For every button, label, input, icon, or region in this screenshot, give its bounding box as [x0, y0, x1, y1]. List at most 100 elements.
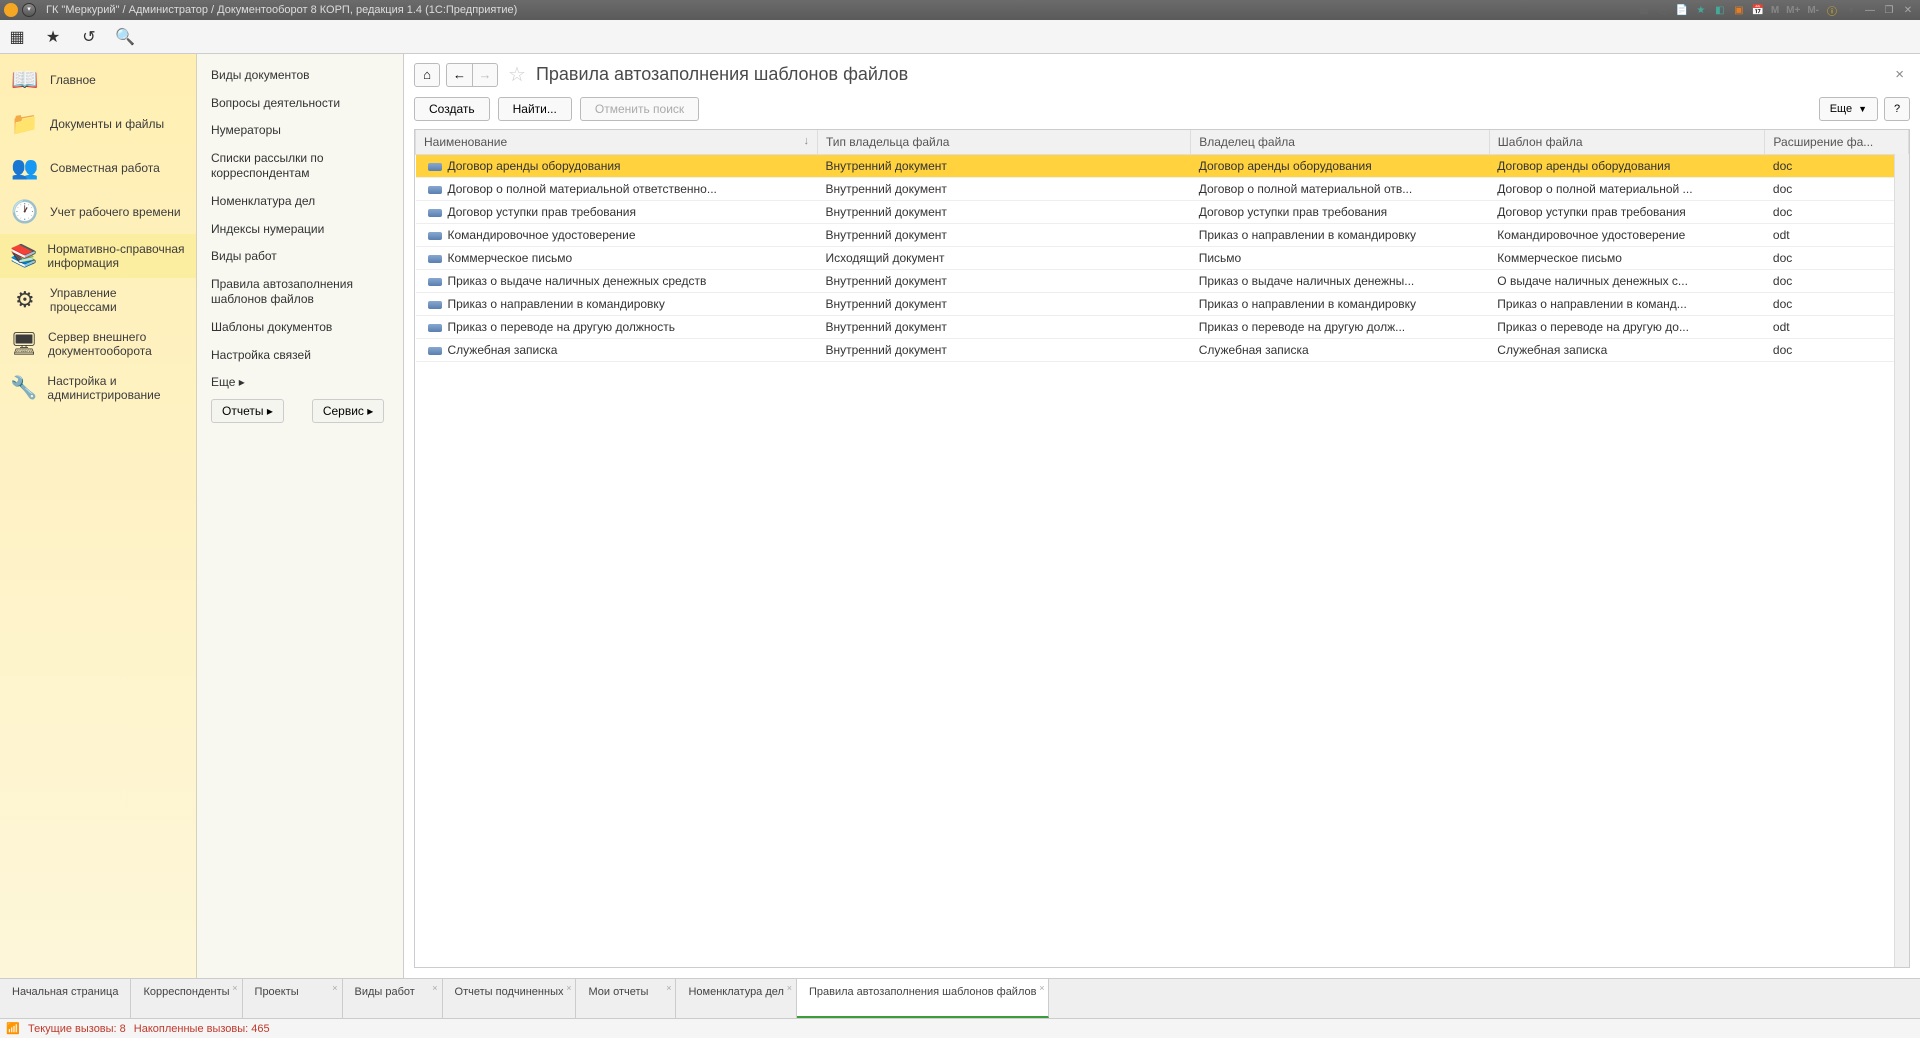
create-button[interactable]: Создать	[414, 97, 490, 121]
search-icon[interactable]: 🔍	[116, 28, 134, 46]
subsidebar-item-5[interactable]: Индексы нумерации	[197, 216, 403, 244]
window-tab-4[interactable]: Отчеты подчиненных×	[443, 979, 577, 1018]
tb-m-minus[interactable]: M-	[1805, 5, 1821, 16]
tb-ico-3[interactable]: 📄	[1674, 2, 1690, 18]
service-button[interactable]: Сервис ▸	[312, 399, 384, 423]
home-button[interactable]: ⌂	[414, 63, 440, 87]
help-button[interactable]: ?	[1884, 97, 1910, 121]
window-tab-0[interactable]: Начальная страница	[0, 979, 131, 1018]
toolbar: ▦ ★ ↺ 🔍	[0, 20, 1920, 54]
history-icon[interactable]: ↺	[80, 28, 98, 46]
table-cell: doc	[1765, 155, 1909, 178]
col-header-4[interactable]: Расширение фа...	[1765, 130, 1909, 155]
table-cell: odt	[1765, 224, 1909, 247]
sidebar-icon: 🔧	[10, 373, 37, 403]
cancel-search-button[interactable]: Отменить поиск	[580, 97, 699, 121]
dropdown-icon[interactable]: ▾	[1843, 2, 1859, 18]
col-header-3[interactable]: Шаблон файла	[1489, 130, 1765, 155]
close-button[interactable]: ✕	[1900, 2, 1916, 18]
table-row[interactable]: Приказ о выдаче наличных денежных средст…	[416, 270, 1909, 293]
tb-ico-4[interactable]: ★	[1693, 2, 1709, 18]
window-tabs: Начальная страницаКорреспонденты×Проекты…	[0, 978, 1920, 1018]
subsidebar-item-4[interactable]: Номенклатура дел	[197, 188, 403, 216]
table-row[interactable]: Командировочное удостоверениеВнутренний …	[416, 224, 1909, 247]
tb-m-plus[interactable]: M+	[1784, 5, 1802, 16]
chevron-down-icon: ▼	[1858, 104, 1867, 114]
table-row[interactable]: Приказ о направлении в командировкуВнутр…	[416, 293, 1909, 316]
window-tab-3[interactable]: Виды работ ×	[343, 979, 443, 1018]
table-scrollbar[interactable]	[1894, 154, 1909, 967]
info-icon[interactable]: ⓘ	[1824, 2, 1840, 18]
sidebar-label: Учет рабочего времени	[50, 205, 181, 219]
subsidebar-item-7[interactable]: Правила автозаполнения шаблонов файлов	[197, 271, 403, 314]
col-header-2[interactable]: Владелец файла	[1191, 130, 1490, 155]
col-header-1[interactable]: Тип владельца файла	[817, 130, 1190, 155]
table-row[interactable]: Договор аренды оборудованияВнутренний до…	[416, 155, 1909, 178]
tb-ico-7[interactable]: 📅	[1750, 2, 1766, 18]
tb-ico-2[interactable]: ⎘	[1655, 2, 1671, 18]
tab-close-icon[interactable]: ×	[1039, 983, 1044, 995]
table-cell: Внутренний документ	[817, 339, 1190, 362]
content-area: ⌂ ← → ☆ Правила автозаполнения шаблонов …	[404, 54, 1920, 978]
tb-ico-5[interactable]: ◧	[1712, 2, 1728, 18]
tab-close-icon[interactable]: ×	[787, 983, 792, 995]
tab-close-icon[interactable]: ×	[432, 983, 437, 995]
table-cell: Договор уступки прав требования	[1489, 201, 1765, 224]
table-cell: doc	[1765, 293, 1909, 316]
table-row[interactable]: Служебная запискаВнутренний документСлуж…	[416, 339, 1909, 362]
more-button[interactable]: Еще ▼	[1819, 97, 1878, 121]
table-cell: Договор аренды оборудования	[1489, 155, 1765, 178]
tab-close-icon[interactable]: ×	[332, 983, 337, 995]
sidebar-item-7[interactable]: 🔧Настройка и администрирование	[0, 366, 196, 410]
back-button[interactable]: ←	[446, 63, 472, 87]
tb-ico-1[interactable]: ▦	[1636, 2, 1652, 18]
table-row[interactable]: Договор уступки прав требованияВнутренни…	[416, 201, 1909, 224]
sidebar-item-6[interactable]: 🖥Сервер внешнего документооборота	[0, 322, 196, 366]
minimize-button[interactable]: —	[1862, 2, 1878, 18]
window-tab-5[interactable]: Мои отчеты×	[576, 979, 676, 1018]
favorite-star-icon[interactable]: ☆	[508, 62, 526, 87]
app-dropdown-icon[interactable]: ▾	[22, 3, 36, 17]
sidebar-item-0[interactable]: 📖Главное	[0, 58, 196, 102]
tab-close-icon[interactable]: ×	[566, 983, 571, 995]
table-cell: Исходящий документ	[817, 247, 1190, 270]
table-row[interactable]: Коммерческое письмоИсходящий документПис…	[416, 247, 1909, 270]
window-tab-1[interactable]: Корреспонденты×	[131, 979, 242, 1018]
subsidebar-item-6[interactable]: Виды работ	[197, 243, 403, 271]
window-tab-2[interactable]: Проекты×	[243, 979, 343, 1018]
table-cell: odt	[1765, 316, 1909, 339]
reports-button[interactable]: Отчеты ▸	[211, 399, 284, 423]
page-close-button[interactable]: ×	[1889, 66, 1910, 83]
table-row[interactable]: Договор о полной материальной ответствен…	[416, 178, 1909, 201]
sidebar-item-5[interactable]: ⚙Управление процессами	[0, 278, 196, 322]
subsidebar-item-1[interactable]: Вопросы деятельности	[197, 90, 403, 118]
subsidebar-more[interactable]: Еще ▸	[197, 369, 403, 395]
tab-close-icon[interactable]: ×	[666, 983, 671, 995]
apps-icon[interactable]: ▦	[8, 28, 26, 46]
tab-label: Отчеты подчиненных	[455, 985, 564, 999]
sidebar-item-2[interactable]: 👥Совместная работа	[0, 146, 196, 190]
find-button[interactable]: Найти...	[498, 97, 572, 121]
subsidebar-item-0[interactable]: Виды документов	[197, 62, 403, 90]
forward-button[interactable]: →	[472, 63, 498, 87]
table-cell: Внутренний документ	[817, 224, 1190, 247]
sidebar-item-4[interactable]: 📚Нормативно-справочная информация	[0, 234, 196, 278]
table-row[interactable]: Приказ о переводе на другую должностьВну…	[416, 316, 1909, 339]
window-tab-6[interactable]: Номенклатура дел×	[676, 979, 796, 1018]
table-wrap: Наименование↓Тип владельца файлаВладелец…	[414, 129, 1910, 968]
subsidebar-item-3[interactable]: Списки рассылки по корреспондентам	[197, 145, 403, 188]
table-cell: doc	[1765, 339, 1909, 362]
tab-label: Виды работ	[355, 985, 415, 999]
tab-close-icon[interactable]: ×	[232, 983, 237, 995]
maximize-button[interactable]: ❐	[1881, 2, 1897, 18]
tb-m[interactable]: M	[1769, 5, 1781, 16]
star-icon[interactable]: ★	[44, 28, 62, 46]
subsidebar-item-8[interactable]: Шаблоны документов	[197, 314, 403, 342]
subsidebar-item-9[interactable]: Настройка связей	[197, 342, 403, 370]
sidebar-item-1[interactable]: 📁Документы и файлы	[0, 102, 196, 146]
window-tab-7[interactable]: Правила автозаполнения шаблонов файлов×	[797, 979, 1050, 1018]
col-header-0[interactable]: Наименование↓	[416, 130, 818, 155]
tb-ico-6[interactable]: ▣	[1731, 2, 1747, 18]
sidebar-item-3[interactable]: 🕐Учет рабочего времени	[0, 190, 196, 234]
subsidebar-item-2[interactable]: Нумераторы	[197, 117, 403, 145]
